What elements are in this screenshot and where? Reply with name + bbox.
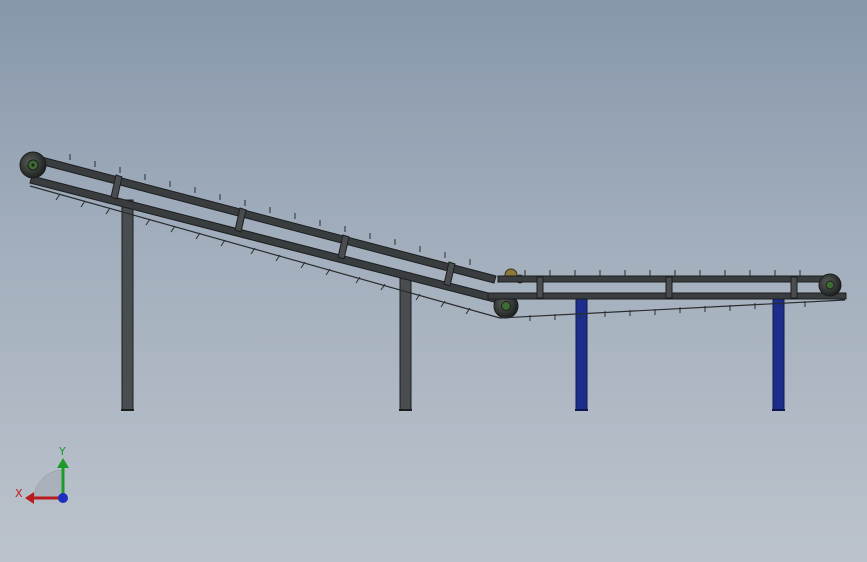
- x-axis-label: X: [15, 487, 23, 500]
- z-axis-marker: [58, 493, 68, 503]
- triad-plane-shading: [33, 469, 64, 500]
- reference-triad: Y X: [15, 445, 69, 504]
- graphics-viewport[interactable]: Y X: [0, 0, 867, 562]
- y-axis-label: Y: [58, 445, 66, 458]
